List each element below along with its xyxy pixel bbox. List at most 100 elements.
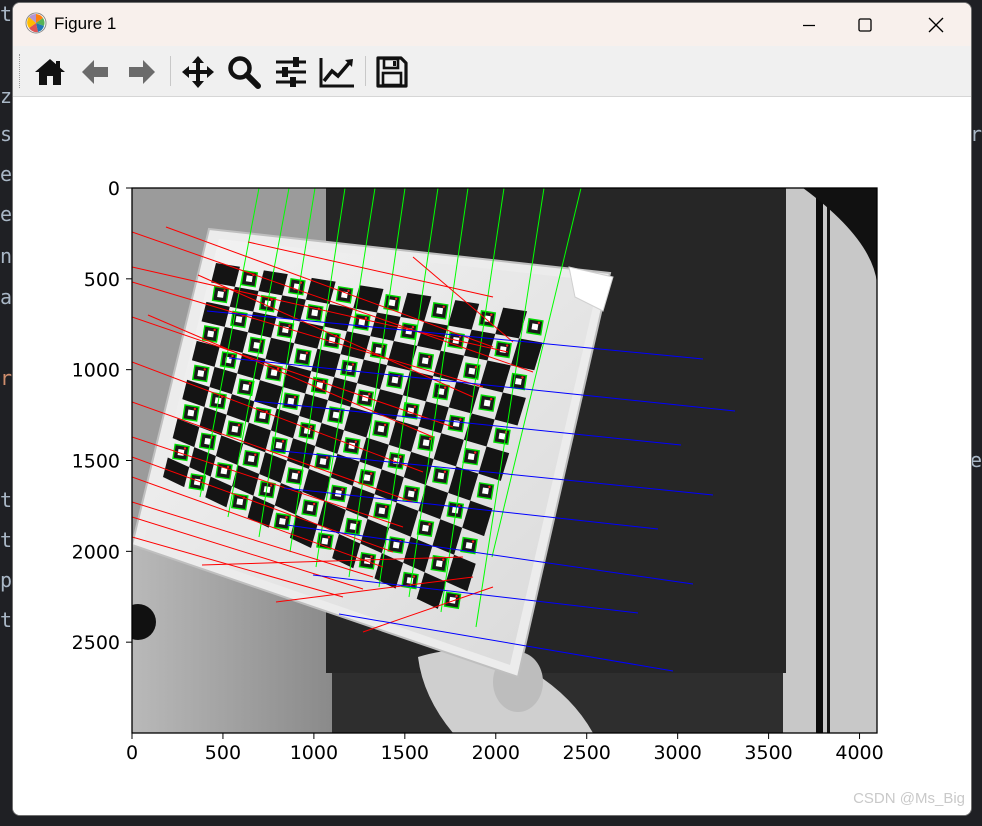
pan-move-icon bbox=[182, 56, 214, 88]
marker-corner-dot bbox=[297, 470, 301, 474]
close-button[interactable] bbox=[913, 3, 959, 46]
marker-corner-dot bbox=[305, 351, 309, 355]
close-icon bbox=[928, 17, 944, 32]
marker-corner-dot bbox=[368, 392, 371, 396]
editor-char: p bbox=[0, 568, 13, 592]
x-tick-label: 3000 bbox=[653, 742, 701, 764]
forward-arrow-icon bbox=[129, 60, 155, 84]
x-tick-label: 1500 bbox=[381, 742, 429, 764]
marker-corner-dot bbox=[521, 376, 524, 379]
marker-corner-dot bbox=[231, 354, 234, 358]
aruco-marker-bit bbox=[377, 425, 385, 433]
y-tick-label: 1000 bbox=[72, 360, 120, 382]
marker-corner-dot bbox=[310, 425, 313, 428]
marker-corner-dot bbox=[354, 440, 358, 444]
aruco-marker-bit bbox=[291, 472, 299, 480]
aruco-marker-bit bbox=[437, 472, 445, 480]
forward-button[interactable] bbox=[124, 54, 160, 90]
aruco-marker-bit bbox=[483, 399, 491, 407]
editor-char: s bbox=[0, 122, 13, 146]
aruco-marker-bit bbox=[515, 378, 522, 385]
marker-corner-dot bbox=[411, 326, 415, 329]
marker-corner-dot bbox=[269, 484, 273, 487]
aruco-marker-bit bbox=[187, 409, 195, 417]
aruco-marker-bit bbox=[259, 412, 267, 420]
marker-corner-dot bbox=[351, 363, 355, 366]
plot-axes[interactable]: 0 500 1000 1500 2000 2500 3000 3500 4000 0 500 100… bbox=[13, 97, 971, 815]
marker-corner-dot bbox=[213, 328, 216, 332]
editor-char: n bbox=[0, 244, 13, 268]
marker-corner-dot bbox=[443, 386, 447, 389]
aruco-marker-bit bbox=[451, 506, 459, 514]
x-tick-label: 4000 bbox=[835, 742, 883, 764]
editor-char: t bbox=[0, 528, 13, 552]
y-tick-label: 1500 bbox=[72, 451, 120, 473]
aruco-marker-bit bbox=[332, 411, 340, 419]
aruco-marker-bit bbox=[306, 504, 314, 512]
aruco-marker-bit bbox=[422, 439, 430, 447]
edit-axes-icon bbox=[319, 58, 354, 88]
title-bar[interactable]: Figure 1 bbox=[13, 3, 971, 46]
zoom-button[interactable] bbox=[226, 54, 262, 90]
calibration-image bbox=[132, 188, 877, 733]
marker-corner-dot bbox=[248, 382, 252, 385]
y-tick-label: 500 bbox=[84, 269, 120, 291]
marker-corner-dot bbox=[325, 456, 329, 459]
marker-corner-dot bbox=[293, 395, 297, 399]
marker-corner-dot bbox=[370, 555, 373, 559]
configure-subplots-button[interactable] bbox=[273, 54, 309, 90]
maximize-button[interactable] bbox=[842, 3, 888, 46]
marker-corner-dot bbox=[384, 505, 388, 509]
marker-corner-dot bbox=[459, 418, 462, 421]
marker-corner-dot bbox=[341, 488, 344, 491]
aruco-marker-bit bbox=[363, 474, 371, 482]
y-axis: 0 500 1000 1500 2000 2500 bbox=[72, 178, 132, 654]
editor-char: a bbox=[0, 285, 13, 309]
figure-canvas[interactable]: 0 500 1000 1500 2000 2500 3000 3500 4000 0 500 100… bbox=[13, 97, 971, 815]
back-button[interactable] bbox=[77, 54, 113, 90]
editor-char: t bbox=[0, 608, 13, 632]
back-arrow-icon bbox=[82, 60, 108, 84]
y-tick-label: 2500 bbox=[72, 632, 120, 654]
marker-corner-dot bbox=[223, 289, 226, 292]
marker-corner-dot bbox=[473, 451, 477, 454]
marker-corner-dot bbox=[488, 485, 491, 489]
aruco-marker-bit bbox=[465, 542, 473, 550]
marker-corner-dot bbox=[537, 321, 541, 325]
aruco-marker-bit bbox=[245, 275, 253, 283]
marker-corner-dot bbox=[276, 367, 280, 370]
editor-char: z bbox=[0, 84, 13, 108]
marker-corner-dot bbox=[489, 397, 493, 401]
marker-corner-dot bbox=[200, 476, 203, 480]
marker-corner-dot bbox=[281, 440, 285, 443]
save-button[interactable] bbox=[374, 54, 410, 90]
aruco-marker-bit bbox=[392, 541, 400, 549]
zoom-magnifier-icon bbox=[228, 56, 261, 89]
home-button[interactable] bbox=[32, 54, 68, 90]
aruco-marker-bit bbox=[236, 498, 244, 506]
minimize-button[interactable] bbox=[786, 3, 832, 46]
marker-corner-dot bbox=[364, 316, 368, 320]
marker-corner-dot bbox=[383, 423, 387, 427]
x-tick-label: 2000 bbox=[472, 742, 520, 764]
marker-corner-dot bbox=[428, 523, 431, 526]
aruco-marker-bit bbox=[311, 309, 319, 317]
edit-axes-button[interactable] bbox=[319, 54, 355, 90]
aruco-marker-bit bbox=[436, 307, 444, 315]
marker-corner-dot bbox=[413, 488, 417, 492]
navigation-toolbar bbox=[13, 46, 971, 97]
marker-corner-dot bbox=[327, 535, 331, 539]
marker-corner-dot bbox=[254, 453, 257, 456]
figure-window: Figure 1 0 500 1000 1500 2000 2500 3000 … bbox=[12, 2, 972, 816]
marker-corner-dot bbox=[226, 465, 230, 469]
aruco-marker-bit bbox=[217, 291, 224, 298]
aruco-marker-bit bbox=[482, 487, 489, 495]
pan-button[interactable] bbox=[180, 54, 216, 90]
aruco-marker-bit bbox=[422, 524, 429, 532]
aruco-marker-bit bbox=[391, 376, 399, 384]
editor-char: t bbox=[0, 2, 13, 26]
aruco-marker-bit bbox=[299, 353, 307, 361]
marker-corner-dot bbox=[474, 365, 478, 369]
aruco-marker-bit bbox=[468, 367, 476, 375]
marker-corner-dot bbox=[347, 289, 350, 292]
